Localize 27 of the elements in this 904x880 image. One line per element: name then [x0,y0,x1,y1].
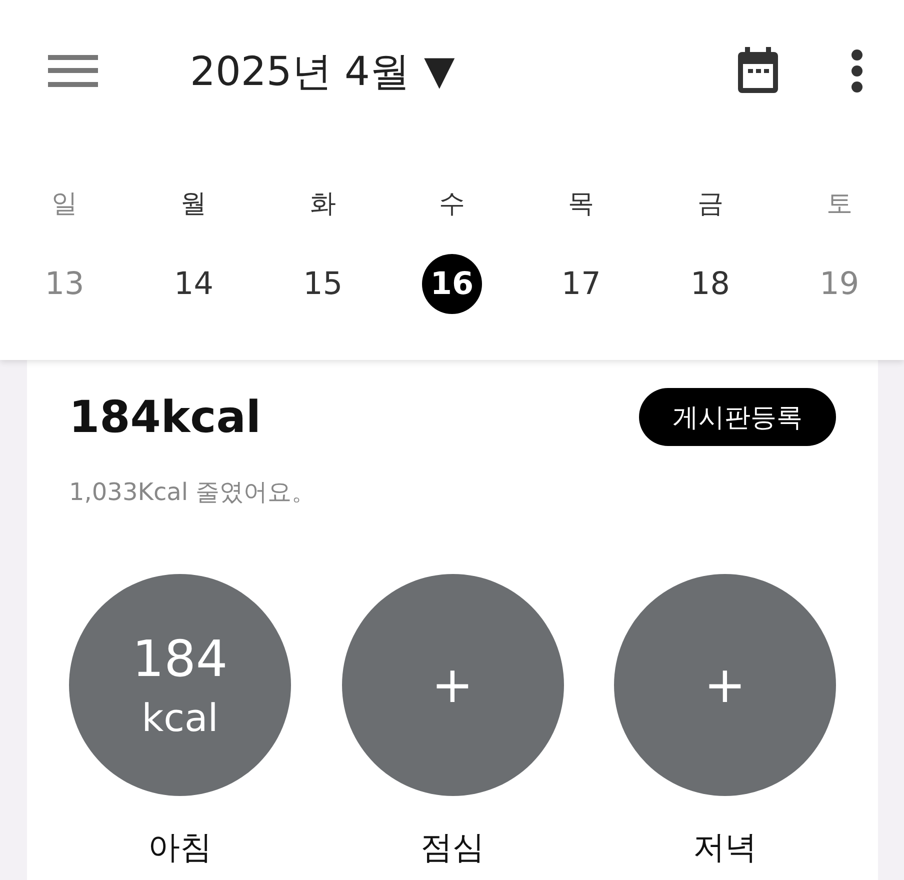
day-button[interactable]: 14 [164,254,224,314]
more-icon[interactable] [850,49,864,93]
board-register-button[interactable]: 게시판등록 [639,388,836,446]
weekday-label: 목 [567,188,596,221]
meal-label: 점심 [420,827,484,868]
day-button[interactable]: 13 [34,254,95,314]
day-button[interactable]: 18 [680,254,740,314]
weekday-label: 화 [308,188,337,221]
add-meal-button[interactable]: + [342,574,564,796]
day-button[interactable]: 17 [551,254,612,314]
month-selector[interactable]: 2025년 4월 ▼ [190,44,455,98]
weekday-label: 금 [696,188,724,221]
calendar-icon[interactable] [736,47,780,95]
day-button[interactable]: 15 [292,254,353,314]
weekday-label: 수 [438,188,466,221]
weekday-label: 일 [50,188,79,221]
meal-label: 아침 [148,827,212,868]
add-meal-button[interactable]: + [614,574,836,796]
meal-label: 저녁 [693,827,757,868]
meal-calorie-button[interactable]: 184 kcal [69,574,291,796]
weekday-label: 토 [825,188,854,221]
weekday-label: 월 [180,188,208,221]
calorie-total: 184kcal [69,392,261,442]
menu-icon[interactable] [48,53,98,89]
day-button[interactable]: 19 [809,254,870,314]
calorie-note: 1,033Kcal 줄였어요。 [69,477,317,508]
day-button[interactable]: 16 [422,254,482,314]
